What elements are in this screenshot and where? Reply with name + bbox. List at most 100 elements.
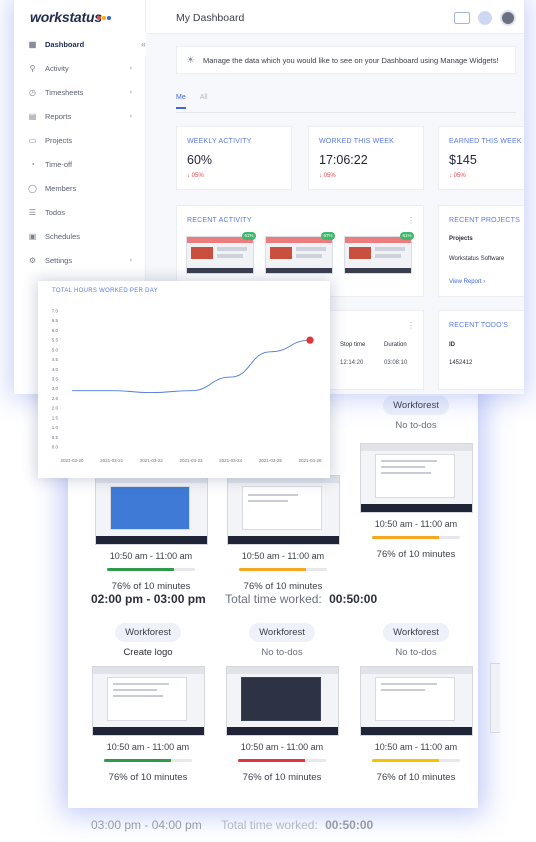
- tab-me[interactable]: Me: [176, 94, 186, 109]
- activity-screenshot[interactable]: [344, 236, 412, 274]
- activity-progress: [239, 568, 327, 571]
- time-slot-header-next: 03:00 pm - 04:00 pm Total time worked: 0…: [91, 818, 373, 832]
- sidebar-item-timesheets[interactable]: ◷ Timesheets ›: [14, 80, 146, 104]
- stat-card-worked-this-week: WORKED THIS WEEK 17:06:22 ↓ 05%: [308, 126, 424, 190]
- project-pill[interactable]: Workforest: [383, 396, 449, 415]
- x-tick-label: 2021-03-21: [100, 458, 124, 463]
- todo-row[interactable]: 1452412: [449, 360, 472, 366]
- sidebar-item-label: Settings: [45, 255, 73, 265]
- hours-line-chart: 0.0 0.5 1.0 1.5 2.0 2.5 3.0 3.5 4.0 4.5 5.0 5.5 6.0 6…: [52, 309, 322, 464]
- shot-group: Workforest No to-dos 10:50 am - 11:00 am…: [356, 622, 476, 783]
- activity-screenshot[interactable]: [186, 236, 254, 274]
- y-tick-label: 5.5: [52, 338, 59, 343]
- clock-icon: ◷: [29, 87, 36, 97]
- y-tick-label: 1.0: [52, 425, 59, 430]
- project-row[interactable]: Workstatus Software: [449, 256, 504, 262]
- shot-time-range: 10:50 am - 11:00 am: [374, 742, 458, 752]
- tab-all[interactable]: All: [200, 94, 208, 109]
- activity-progress: [372, 536, 460, 539]
- y-tick-label: 2.5: [52, 396, 59, 401]
- projects-column-header: Projects: [449, 236, 473, 242]
- x-tick-label: 2021-03-24: [219, 458, 243, 463]
- todo-label: No to-dos: [395, 420, 437, 431]
- sidebar-item-members[interactable]: ◯ Members: [14, 176, 146, 200]
- sidebar-item-reports[interactable]: ▤ Reports ›: [14, 104, 146, 128]
- total-time-label: Total time worked:: [221, 818, 318, 832]
- brand-logo-dots: [97, 16, 111, 20]
- sidebar-item-label: Projects: [45, 135, 73, 145]
- stat-title: WEEKLY ACTIVITY: [187, 138, 252, 145]
- sidebar-item-label: Time-off: [45, 159, 73, 169]
- sidebar-item-schedules[interactable]: ▣ Schedules: [14, 224, 146, 248]
- data-point: [306, 336, 314, 344]
- chevron-right-icon: ›: [129, 256, 132, 264]
- total-time-value: 00:50:00: [329, 592, 378, 606]
- sidebar-item-time-off[interactable]: ◔ Time-off: [14, 152, 146, 176]
- view-report-link[interactable]: View Report ›: [449, 279, 485, 285]
- screenshot-thumbnail[interactable]: [225, 666, 339, 736]
- y-tick-label: 0.5: [52, 435, 59, 440]
- more-options-icon[interactable]: ⋮: [407, 216, 415, 225]
- project-pill[interactable]: Workforest: [115, 623, 181, 642]
- schedule-icon: ▣: [28, 231, 37, 241]
- sidebar-item-label: Todos: [45, 207, 66, 217]
- sidebar-item-todos[interactable]: ☰ Todos: [14, 200, 146, 224]
- globe-icon[interactable]: [478, 11, 492, 25]
- time-slot-range: 03:00 pm - 04:00 pm: [91, 818, 202, 832]
- screenshot-thumbnail[interactable]: [359, 666, 473, 736]
- hours-chart-card: TOTAL HOURS WORKED PER DAY 0.0 0.5 1.0 1.5 2…: [38, 281, 330, 478]
- column-header-duration: Duration: [384, 342, 407, 348]
- manage-widgets-banner: ☀ Manage the data which you would like t…: [176, 46, 516, 74]
- screenshot-canvas: 10:50 am - 11:00 am 76% of 10 minutes 10…: [0, 0, 536, 842]
- report-icon: ▤: [28, 111, 37, 121]
- screenshot-thumbnail[interactable]: [359, 443, 473, 513]
- activity-badge: 61%: [242, 232, 256, 240]
- shot-group: Workforest No to-dos 10:50 am - 11:00 am…: [356, 395, 476, 560]
- shot-time-range: 10:50 am - 11:00 am: [240, 742, 324, 752]
- screenshot-thumbnail[interactable]: [226, 475, 340, 545]
- todos-column-header: ID: [449, 342, 455, 348]
- stat-value: 17:06:22: [319, 153, 368, 167]
- sidebar-item-projects[interactable]: ▭ Projects: [14, 128, 146, 152]
- more-options-icon[interactable]: ⋮: [407, 321, 415, 330]
- x-tick-label: 2021-03-20: [60, 458, 84, 463]
- y-tick-label: 6.0: [52, 328, 59, 333]
- sidebar-item-label: Activity: [45, 63, 69, 73]
- y-tick-label: 5.0: [52, 347, 59, 352]
- brand-logo[interactable]: workstatus: [30, 9, 102, 25]
- screenshot-thumbnail-partial[interactable]: [490, 663, 500, 733]
- activity-progress: [238, 759, 326, 762]
- shot-group: Workforest Create logo 10:50 am - 11:00 …: [88, 622, 208, 783]
- total-time-value: 00:50:00: [325, 818, 374, 832]
- x-tick-label: 2021-03-23: [179, 458, 203, 463]
- shot-time-range: 10:50 am - 11:00 am: [241, 551, 325, 561]
- y-tick-label: 3.0: [52, 386, 59, 391]
- screenshot-thumbnail[interactable]: [91, 666, 205, 736]
- stat-title: EARNED THIS WEEK: [449, 138, 522, 145]
- project-pill[interactable]: Workforest: [383, 623, 449, 642]
- stat-title: WORKED THIS WEEK: [319, 138, 395, 145]
- project-pill[interactable]: Workforest: [249, 623, 315, 642]
- avatar[interactable]: [500, 10, 516, 26]
- page-title: My Dashboard: [176, 12, 245, 24]
- screenshot-thumbnail[interactable]: [94, 475, 208, 545]
- org-chart-icon[interactable]: [454, 12, 470, 24]
- top-bar-actions: [454, 10, 516, 26]
- recent-projects-card: RECENT PROJECTS Projects Workstatus Soft…: [438, 205, 524, 297]
- chevron-right-icon: ›: [129, 112, 132, 120]
- stat-card-earned-this-week: EARNED THIS WEEK $145 ↓ 05%: [438, 126, 524, 190]
- sidebar-item-settings[interactable]: ⚙ Settings ›: [14, 248, 146, 272]
- sidebar-item-label: Timesheets: [45, 87, 84, 97]
- activity-percent: 76% of 10 minutes: [243, 581, 323, 592]
- duration-cell: 03:08:10: [384, 360, 408, 366]
- tabs-divider: [176, 112, 516, 113]
- sidebar-item-label: Dashboard: [45, 39, 85, 49]
- gear-icon: ⚙: [28, 255, 37, 265]
- sidebar-item-dashboard[interactable]: ▦ Dashboard «: [14, 32, 146, 56]
- column-header-stop-time: Stop time: [340, 342, 366, 348]
- shot-time-range: 10:50 am - 11:00 am: [374, 519, 458, 529]
- banner-text: Manage the data which you would like to …: [203, 55, 499, 65]
- activity-screenshot[interactable]: [265, 236, 333, 274]
- x-tick-label: 2021-03-22: [140, 458, 164, 463]
- sidebar-item-activity[interactable]: ⚲ Activity ›: [14, 56, 146, 80]
